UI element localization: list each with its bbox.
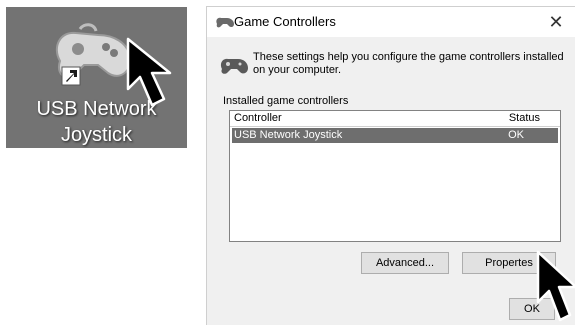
mouse-cursor-icon	[126, 37, 172, 107]
desktop-area: USB Network Joystick	[6, 7, 187, 148]
mouse-cursor-icon	[536, 250, 578, 322]
controllers-list[interactable]: Controller Status USB Network Joystick O…	[229, 110, 561, 242]
gamepad-icon	[220, 58, 248, 74]
controller-name: USB Network Joystick	[234, 129, 343, 141]
column-header-status[interactable]: Status	[509, 111, 540, 126]
gamepad-icon	[55, 23, 132, 86]
controller-status: OK	[508, 129, 524, 141]
usb-joystick-shortcut[interactable]	[50, 21, 136, 87]
list-header: Controller Status	[230, 111, 560, 127]
gamepad-icon	[216, 17, 234, 28]
column-header-controller[interactable]: Controller	[234, 111, 282, 126]
game-controllers-dialog: Game Controllers ✕ These settings help y…	[206, 6, 575, 325]
dialog-title: Game Controllers	[234, 14, 336, 29]
title-bar[interactable]: Game Controllers ✕	[207, 7, 575, 37]
list-item[interactable]: USB Network Joystick OK	[232, 128, 558, 143]
advanced-button[interactable]: Advanced...	[361, 252, 449, 274]
shortcut-label-line2[interactable]: Joystick	[6, 123, 187, 147]
close-button[interactable]: ✕	[545, 11, 567, 33]
intro-description: These settings help you configure the ga…	[253, 51, 564, 76]
group-label: Installed game controllers	[223, 95, 349, 107]
